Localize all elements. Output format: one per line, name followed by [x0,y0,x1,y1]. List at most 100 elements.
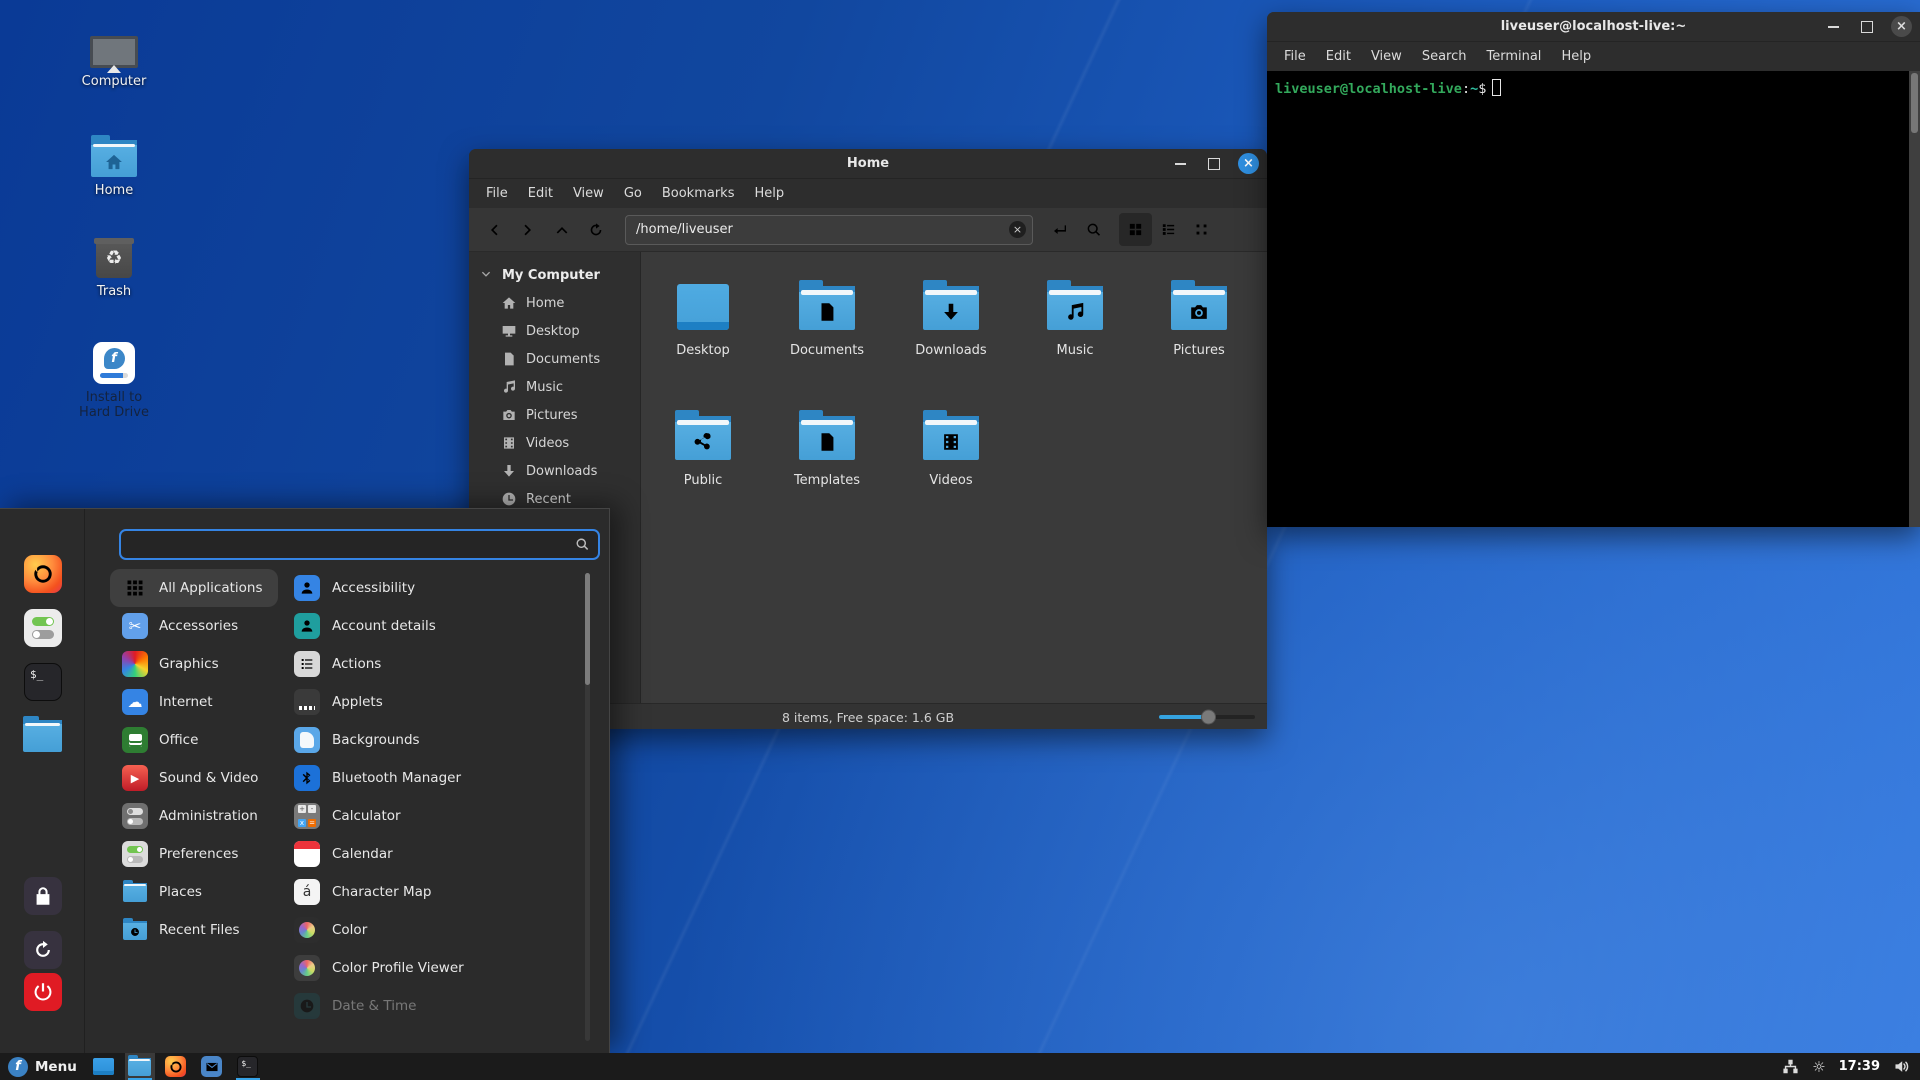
desktop-icon-trash[interactable]: ♻ Trash [59,238,169,299]
folder-downloads[interactable]: Downloads [889,272,1013,402]
sidebar-header-my-computer[interactable]: My Computer [469,261,640,289]
app-accessibility[interactable]: Accessibility [288,569,578,607]
fm-menu-help[interactable]: Help [745,182,793,205]
zoom-slider-knob[interactable] [1201,710,1216,725]
terminal-menu-search[interactable]: Search [1413,45,1476,68]
app-list-scrollbar[interactable] [585,573,590,1041]
app-color[interactable]: Color [288,911,578,949]
sidebar-item-pictures[interactable]: Pictures [469,401,640,429]
taskbar-firefox-button[interactable] [161,1053,191,1080]
edit-location-button[interactable] [1045,215,1075,245]
maximize-button[interactable] [1204,154,1224,174]
menu-button[interactable]: f Menu [0,1053,89,1080]
network-icon[interactable] [1782,1058,1799,1075]
icon-view-button[interactable] [1119,213,1152,246]
desktop-icon [501,323,517,339]
fm-menu-view[interactable]: View [564,182,613,205]
sidebar-item-music[interactable]: Music [469,373,640,401]
fm-menu-bookmarks[interactable]: Bookmarks [653,182,744,205]
terminal-menu-terminal[interactable]: Terminal [1477,45,1550,68]
app-calendar[interactable]: Calendar [288,835,578,873]
logout-button[interactable] [24,931,62,969]
terminal-scrollbar[interactable] [1909,71,1920,527]
show-desktop-button[interactable] [89,1053,119,1080]
app-bluetooth-manager[interactable]: Bluetooth Manager [288,759,578,797]
app-date-time[interactable]: Date & Time [288,987,578,1025]
location-bar[interactable]: /home/liveuser × [625,215,1033,245]
folder-documents[interactable]: Documents [765,272,889,402]
taskbar-files-button[interactable] [125,1053,155,1080]
back-button[interactable] [479,215,509,245]
desktop-icon-install[interactable]: f Install to Hard Drive [59,342,169,420]
shutdown-button[interactable] [24,973,62,1011]
maximize-button[interactable] [1857,17,1877,37]
category-accessories[interactable]: ✂ Accessories [110,607,278,645]
folder-desktop[interactable]: Desktop [641,272,765,402]
volume-icon[interactable] [1893,1058,1910,1075]
menu-search-box[interactable] [119,529,600,560]
fm-menu-go[interactable]: Go [615,182,651,205]
fm-titlebar[interactable]: Home × [469,149,1267,179]
category-office[interactable]: Office [110,721,278,759]
category-recent-files[interactable]: Recent Files [110,911,278,949]
sidebar-item-desktop[interactable]: Desktop [469,317,640,345]
files-launcher[interactable] [24,717,62,755]
desktop-icon-home[interactable]: Home [59,140,169,198]
minimize-button[interactable] [1823,17,1843,37]
terminal-output[interactable]: liveuser@localhost-live:~$ [1267,71,1920,527]
lock-screen-button[interactable] [24,877,62,915]
category-all-applications[interactable]: All Applications [110,569,278,607]
app-color-profile-viewer[interactable]: Color Profile Viewer [288,949,578,987]
app-actions[interactable]: Actions [288,645,578,683]
category-internet[interactable]: ☁ Internet [110,683,278,721]
category-graphics[interactable]: Graphics [110,645,278,683]
firefox-launcher[interactable] [24,555,62,593]
app-backgrounds[interactable]: Backgrounds [288,721,578,759]
app-account-details[interactable]: Account details [288,607,578,645]
fedora-logo-icon: f [8,1057,28,1077]
taskbar-terminal-button[interactable]: $_ [233,1053,263,1080]
compact-view-button[interactable] [1185,213,1218,246]
sidebar-item-videos[interactable]: Videos [469,429,640,457]
app-applets[interactable]: Applets [288,683,578,721]
terminal-launcher[interactable]: $_ [24,663,62,701]
desktop-icon-computer[interactable]: Computer [59,36,169,89]
fm-menu-file[interactable]: File [477,182,517,205]
folder-templates[interactable]: Templates [765,402,889,532]
zoom-slider[interactable] [1159,709,1255,725]
category-places[interactable]: Places [110,873,278,911]
app-character-map[interactable]: á Character Map [288,873,578,911]
terminal-menu-file[interactable]: File [1275,45,1315,68]
terminal-menu-edit[interactable]: Edit [1317,45,1360,68]
terminal-menu-view[interactable]: View [1362,45,1411,68]
close-button[interactable]: × [1891,16,1912,37]
sidebar-item-documents[interactable]: Documents [469,345,640,373]
category-administration[interactable]: Administration [110,797,278,835]
input-status-icon[interactable]: ☼ [1812,1058,1825,1076]
sidebar-item-home[interactable]: Home [469,289,640,317]
taskbar-mail-button[interactable] [197,1053,227,1080]
close-button[interactable]: × [1238,153,1259,174]
category-sound-video[interactable]: ▶ Sound & Video [110,759,278,797]
terminal-menu-help[interactable]: Help [1552,45,1600,68]
category-preferences[interactable]: Preferences [110,835,278,873]
forward-button[interactable] [513,215,543,245]
search-button[interactable] [1079,215,1109,245]
fm-menu-edit[interactable]: Edit [519,182,562,205]
folder-music[interactable]: Music [1013,272,1137,402]
up-button[interactable] [547,215,577,245]
template-emblem-icon [799,416,855,460]
folder-videos[interactable]: Videos [889,402,1013,532]
clear-location-icon[interactable]: × [1009,221,1026,238]
minimize-button[interactable] [1170,154,1190,174]
app-calculator[interactable]: +-x= Calculator [288,797,578,835]
sidebar-item-downloads[interactable]: Downloads [469,457,640,485]
folder-pictures[interactable]: Pictures [1137,272,1261,402]
system-settings-launcher[interactable] [24,609,62,647]
clock[interactable]: 17:39 [1839,1059,1880,1074]
list-view-button[interactable] [1152,213,1185,246]
refresh-button[interactable] [581,215,611,245]
terminal-titlebar[interactable]: liveuser@localhost-live:~ × [1267,12,1920,42]
folder-public[interactable]: Public [641,402,765,532]
search-input[interactable] [129,537,575,552]
